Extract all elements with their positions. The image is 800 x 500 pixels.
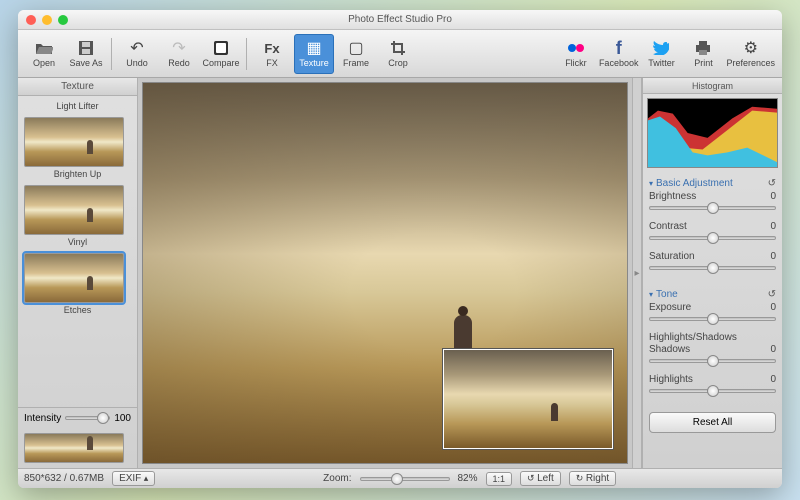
tone-section: ▾ Tone ↺ Exposure0 Highlights/Shadows Sh… (643, 283, 782, 406)
saveas-button[interactable]: Save As (66, 34, 106, 74)
texture-button[interactable]: ▦ Texture (294, 34, 334, 74)
picture-in-picture[interactable] (443, 349, 613, 449)
facebook-icon: f (609, 39, 629, 57)
shadows-row: Shadows0 (649, 344, 776, 370)
gear-icon: ⚙ (741, 39, 761, 57)
hs-label: Highlights/Shadows (649, 332, 737, 343)
highlights-row: Highlights0 (649, 374, 776, 400)
fx-button[interactable]: Fx FX (252, 34, 292, 74)
zoom-value: 82% (458, 473, 478, 484)
preferences-button[interactable]: ⚙ Preferences (725, 34, 776, 74)
print-icon (693, 39, 713, 57)
undo-icon: ↶ (127, 39, 147, 57)
sidebar-header: Texture (18, 78, 137, 96)
fx-icon: Fx (262, 39, 282, 57)
texture-icon: ▦ (304, 39, 324, 57)
ratio-button[interactable]: 1:1 (486, 472, 513, 486)
section-title: Tone (656, 289, 768, 300)
panel-collapse-handle[interactable]: ▸ (632, 78, 642, 468)
thumbnail-image (24, 433, 124, 463)
save-icon (76, 39, 96, 57)
thumbnail-image (24, 185, 124, 235)
collapse-icon[interactable]: ▾ (649, 179, 653, 188)
frame-icon: ▢ (346, 39, 366, 57)
flickr-button[interactable]: Flickr (556, 34, 596, 74)
texture-thumb-etches[interactable]: Etches (24, 253, 131, 315)
histogram (647, 98, 778, 168)
saturation-slider[interactable] (649, 262, 776, 274)
thumbnail-image (24, 253, 124, 303)
exposure-slider[interactable] (649, 313, 776, 325)
histogram-header: Histogram (643, 78, 782, 94)
crop-icon (388, 39, 408, 57)
intensity-value: 100 (114, 413, 131, 424)
compare-button[interactable]: Compare (201, 34, 241, 74)
contrast-slider[interactable] (649, 232, 776, 244)
window-title: Photo Effect Studio Pro (18, 14, 782, 25)
exposure-row: Exposure0 (649, 302, 776, 328)
undo-button[interactable]: ↶ Undo (117, 34, 157, 74)
adjustments-panel: Histogram ▾ Basic Adjustment ↺ Brightnes… (642, 78, 782, 468)
redo-button[interactable]: ↷ Redo (159, 34, 199, 74)
exif-button[interactable]: EXIF ▴ (112, 471, 155, 486)
facebook-button[interactable]: f Facebook (598, 34, 640, 74)
image-dimensions: 850*632 / 0.67MB (24, 473, 104, 484)
brightness-row: Brightness0 (649, 191, 776, 217)
thumbnail-image (24, 117, 124, 167)
basic-adjustment-section: ▾ Basic Adjustment ↺ Brightness0 Contras… (643, 172, 782, 283)
app-window: Photo Effect Studio Pro Open Save As ↶ U… (18, 10, 782, 488)
open-button[interactable]: Open (24, 34, 64, 74)
twitter-button[interactable]: Twitter (641, 34, 681, 74)
shadows-slider[interactable] (649, 355, 776, 367)
canvas-area (138, 78, 632, 468)
frame-button[interactable]: ▢ Frame (336, 34, 376, 74)
zoom-label: Zoom: (323, 473, 351, 484)
texture-thumbnails: Light Lifter Brighten Up Vinyl Etches (18, 96, 137, 407)
reset-all-button[interactable]: Reset All (649, 412, 776, 433)
toolbar-separator (246, 38, 247, 70)
canvas-view[interactable] (142, 82, 628, 464)
folder-open-icon (34, 39, 54, 57)
twitter-icon (651, 39, 671, 57)
rotate-left-button[interactable]: ↺ Left (520, 471, 561, 486)
texture-thumb-brightenup[interactable]: Brighten Up (24, 117, 131, 179)
highlights-slider[interactable] (649, 385, 776, 397)
texture-thumb-vinyl[interactable]: Vinyl (24, 185, 131, 247)
reset-section-icon[interactable]: ↺ (768, 289, 776, 300)
intensity-slider[interactable] (65, 412, 110, 424)
contrast-row: Contrast0 (649, 221, 776, 247)
titlebar: Photo Effect Studio Pro (18, 10, 782, 30)
texture-thumb-lightlifter[interactable]: Light Lifter (24, 101, 131, 111)
reset-section-icon[interactable]: ↺ (768, 178, 776, 189)
brightness-slider[interactable] (649, 202, 776, 214)
rotate-right-button[interactable]: ↻ Right (569, 471, 616, 486)
statusbar: 850*632 / 0.67MB EXIF ▴ Zoom: 82% 1:1 ↺ … (18, 468, 782, 488)
texture-sidebar: Texture Light Lifter Brighten Up Vinyl E… (18, 78, 138, 468)
saturation-row: Saturation0 (649, 251, 776, 277)
crop-button[interactable]: Crop (378, 34, 418, 74)
section-title: Basic Adjustment (656, 178, 768, 189)
main-body: Texture Light Lifter Brighten Up Vinyl E… (18, 78, 782, 468)
intensity-control: Intensity 100 (18, 407, 137, 428)
collapse-icon[interactable]: ▾ (649, 290, 653, 299)
print-button[interactable]: Print (683, 34, 723, 74)
redo-icon: ↷ (169, 39, 189, 57)
intensity-label: Intensity (24, 413, 61, 424)
texture-thumbnails-overflow (18, 428, 137, 468)
toolbar-separator (111, 38, 112, 70)
compare-icon (211, 39, 231, 57)
toolbar: Open Save As ↶ Undo ↷ Redo Compare Fx FX… (18, 30, 782, 78)
flickr-icon (566, 39, 586, 57)
zoom-slider[interactable] (360, 473, 450, 485)
texture-thumb-extra[interactable] (24, 433, 131, 463)
